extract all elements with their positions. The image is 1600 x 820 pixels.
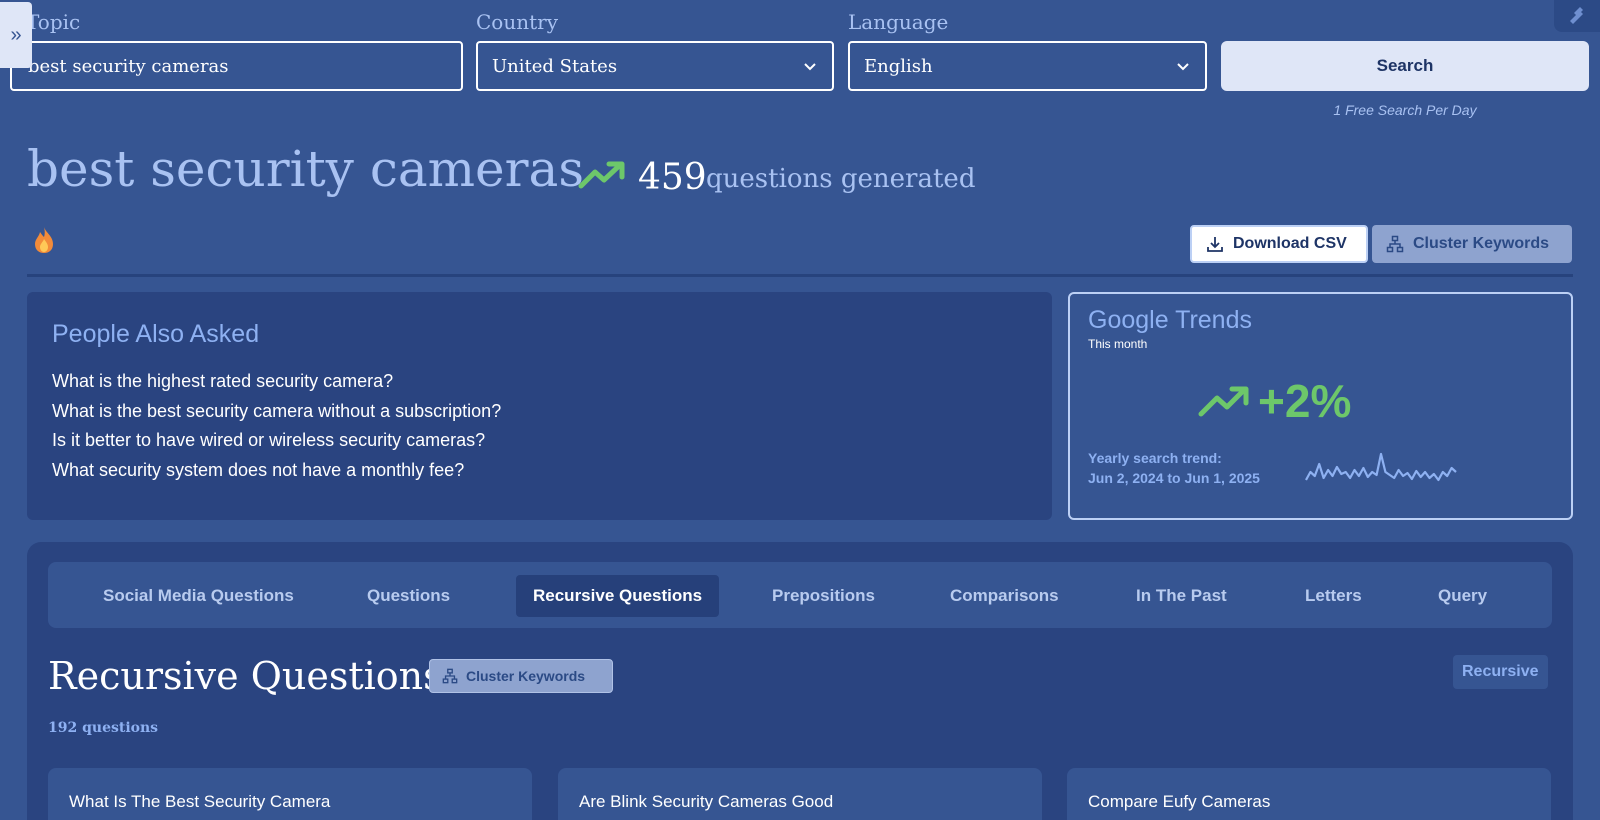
yearly-trend-label: Yearly search trend: (1088, 450, 1222, 466)
people-also-asked-title: People Also Asked (52, 320, 260, 348)
download-icon (1207, 237, 1223, 252)
section-question-count: 192 questions (48, 720, 159, 736)
question-card[interactable]: Are Blink Security Cameras Good (558, 768, 1042, 820)
language-label: Language (848, 10, 949, 34)
tab-prepositions[interactable]: Prepositions (755, 575, 892, 617)
tab-letters[interactable]: Letters (1288, 575, 1379, 617)
section-title: Recursive Questions (48, 654, 443, 698)
trending-up-icon (1198, 386, 1249, 417)
yearly-trend-text: Yearly search trend: Jun 2, 2024 to Jun … (1088, 448, 1260, 488)
tab-query[interactable]: Query (1421, 575, 1504, 617)
tab-comparisons[interactable]: Comparisons (933, 575, 1076, 617)
question-card[interactable]: What Is The Best Security Camera (48, 768, 532, 820)
question-card[interactable]: Compare Eufy Cameras (1067, 768, 1551, 820)
topic-input-value: best security cameras (28, 55, 229, 77)
yearly-trend-range: Jun 2, 2024 to Jun 1, 2025 (1088, 470, 1260, 486)
trending-up-icon (578, 161, 625, 189)
language-select-value: English (864, 55, 933, 77)
tab-bar: Social Media Questions Questions Recursi… (48, 562, 1552, 628)
topic-input[interactable]: best security cameras (10, 41, 463, 91)
question-card-text: Compare Eufy Cameras (1088, 792, 1271, 811)
question-count-label: questions generated (706, 164, 976, 194)
topic-label: Topic (26, 10, 81, 34)
results-panel: Social Media Questions Questions Recursi… (27, 542, 1573, 820)
free-search-note: 1 Free Search Per Day (1333, 102, 1477, 118)
tab-social-media-questions[interactable]: Social Media Questions (86, 575, 311, 617)
tab-questions[interactable]: Questions (350, 575, 467, 617)
paa-question[interactable]: What is the best security camera without… (52, 397, 1027, 427)
corner-logo-button[interactable] (1554, 0, 1600, 32)
pen-icon (1570, 7, 1583, 24)
sparkline-line (1305, 452, 1457, 482)
country-select[interactable]: United States (476, 41, 834, 91)
cluster-keywords-button[interactable]: Cluster Keywords (1372, 225, 1572, 263)
tab-recursive-questions[interactable]: Recursive Questions (516, 575, 720, 617)
section-cluster-keywords-button[interactable]: Cluster Keywords (429, 659, 613, 693)
section-type-badge: Recursive (1453, 655, 1548, 689)
paa-question[interactable]: Is it better to have wired or wireless s… (52, 426, 1027, 456)
sidebar-toggle-button[interactable]: » (0, 2, 32, 68)
download-csv-button[interactable]: Download CSV (1190, 225, 1368, 263)
fire-icon (35, 227, 53, 253)
sitemap-icon (442, 668, 458, 684)
language-select[interactable]: English (848, 41, 1207, 91)
trend-change: +2% (1198, 374, 1351, 428)
section-cluster-keywords-label: Cluster Keywords (466, 668, 586, 684)
page-title: best security cameras (27, 140, 585, 198)
question-count: 459 (638, 157, 707, 198)
double-chevron-right-icon: » (10, 23, 22, 46)
paa-question[interactable]: What security system does not have a mon… (52, 456, 1027, 486)
divider (27, 274, 1573, 277)
google-trends-panel: Google Trends This month +2% Yearly sear… (1068, 292, 1573, 520)
search-button[interactable]: Search (1221, 41, 1589, 91)
google-trends-title: Google Trends (1088, 306, 1252, 334)
people-also-asked-panel: People Also Asked What is the highest ra… (27, 292, 1052, 520)
yearly-trend-sparkline (1305, 452, 1457, 482)
trend-change-value: +2% (1258, 375, 1352, 427)
country-select-value: United States (492, 55, 618, 77)
google-trends-period: This month (1088, 337, 1148, 351)
country-label: Country (476, 10, 559, 34)
question-card-text: Are Blink Security Cameras Good (579, 792, 834, 811)
download-csv-label: Download CSV (1233, 235, 1347, 252)
question-card-text: What Is The Best Security Camera (69, 792, 331, 811)
chevron-down-icon (804, 63, 816, 71)
cluster-keywords-label: Cluster Keywords (1413, 235, 1550, 252)
sitemap-icon (1386, 235, 1404, 253)
chevron-down-icon (1177, 63, 1189, 71)
paa-question[interactable]: What is the highest rated security camer… (52, 367, 1027, 397)
tab-in-the-past[interactable]: In The Past (1119, 575, 1244, 617)
